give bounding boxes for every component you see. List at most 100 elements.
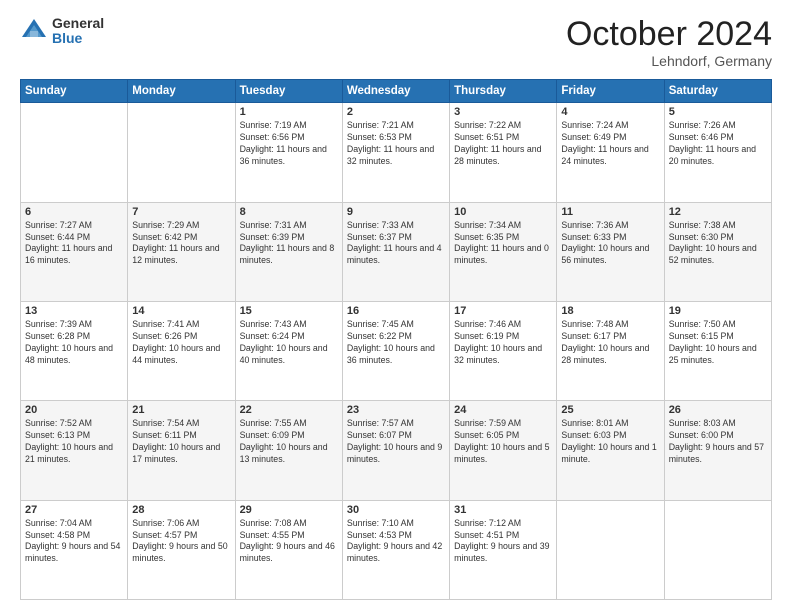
day-number: 22 xyxy=(240,404,338,416)
day-number: 11 xyxy=(561,206,659,218)
header-tuesday: Tuesday xyxy=(235,80,342,103)
day-info: Sunrise: 7:12 AMSunset: 4:51 PMDaylight:… xyxy=(454,518,552,566)
day-info: Sunrise: 7:52 AMSunset: 6:13 PMDaylight:… xyxy=(25,418,123,466)
day-info: Sunrise: 7:24 AMSunset: 6:49 PMDaylight:… xyxy=(561,120,659,168)
day-cell: 10 Sunrise: 7:34 AMSunset: 6:35 PMDayligh… xyxy=(450,202,557,301)
day-cell: 27Sunrise: 7:04 AMSunset: 4:58 PMDayligh… xyxy=(21,500,128,599)
week-row-4: 27Sunrise: 7:04 AMSunset: 4:58 PMDayligh… xyxy=(21,500,772,599)
day-cell: 5 Sunrise: 7:26 AMSunset: 6:46 PMDaylight… xyxy=(664,103,771,202)
day-cell: 9 Sunrise: 7:33 AMSunset: 6:37 PMDaylight… xyxy=(342,202,449,301)
day-cell: 21Sunrise: 7:54 AMSunset: 6:11 PMDayligh… xyxy=(128,401,235,500)
day-cell: 16 Sunrise: 7:45 AMSunset: 6:22 PMDayligh… xyxy=(342,302,449,401)
day-cell: 6Sunrise: 7:27 AMSunset: 6:44 PMDaylight… xyxy=(21,202,128,301)
day-number: 23 xyxy=(347,404,445,416)
day-cell: 18 Sunrise: 7:48 AMSunset: 6:17 PMDayligh… xyxy=(557,302,664,401)
day-number: 9 xyxy=(347,206,445,218)
day-cell: 19 Sunrise: 7:50 AMSunset: 6:15 PMDayligh… xyxy=(664,302,771,401)
day-info: Sunrise: 7:26 AMSunset: 6:46 PMDaylight:… xyxy=(669,120,767,168)
week-row-3: 20 Sunrise: 7:52 AMSunset: 6:13 PMDayligh… xyxy=(21,401,772,500)
day-info: Sunrise: 8:01 AMSunset: 6:03 PMDaylight:… xyxy=(561,418,659,466)
day-cell xyxy=(664,500,771,599)
day-info: Sunrise: 7:54 AMSunset: 6:11 PMDaylight:… xyxy=(132,418,230,466)
day-number: 29 xyxy=(240,504,338,516)
day-number: 3 xyxy=(454,106,552,118)
day-cell: 26 Sunrise: 8:03 AMSunset: 6:00 PMDayligh… xyxy=(664,401,771,500)
logo: General Blue xyxy=(20,16,104,47)
day-cell: 29 Sunrise: 7:08 AMSunset: 4:55 PMDayligh… xyxy=(235,500,342,599)
day-info: Sunrise: 7:27 AMSunset: 6:44 PMDaylight:… xyxy=(25,220,123,268)
day-number: 19 xyxy=(669,305,767,317)
day-cell xyxy=(21,103,128,202)
day-cell: 28 Sunrise: 7:06 AMSunset: 4:57 PMDayligh… xyxy=(128,500,235,599)
day-number: 20 xyxy=(25,404,123,416)
day-cell: 24Sunrise: 7:59 AMSunset: 6:05 PMDayligh… xyxy=(450,401,557,500)
logo-icon xyxy=(20,17,48,45)
day-cell: 14Sunrise: 7:41 AMSunset: 6:26 PMDayligh… xyxy=(128,302,235,401)
day-info: Sunrise: 7:33 AMSunset: 6:37 PMDaylight:… xyxy=(347,220,445,268)
day-cell: 22 Sunrise: 7:55 AMSunset: 6:09 PMDayligh… xyxy=(235,401,342,500)
day-number: 31 xyxy=(454,504,552,516)
day-cell: 3Sunrise: 7:22 AMSunset: 6:51 PMDaylight… xyxy=(450,103,557,202)
day-info: Sunrise: 7:50 AMSunset: 6:15 PMDaylight:… xyxy=(669,319,767,367)
day-info: Sunrise: 7:46 AMSunset: 6:19 PMDaylight:… xyxy=(454,319,552,367)
day-cell: 23 Sunrise: 7:57 AMSunset: 6:07 PMDayligh… xyxy=(342,401,449,500)
month-title: October 2024 xyxy=(566,16,772,53)
calendar-table: Sunday Monday Tuesday Wednesday Thursday… xyxy=(20,79,772,600)
day-cell: 2 Sunrise: 7:21 AMSunset: 6:53 PMDaylight… xyxy=(342,103,449,202)
day-info: Sunrise: 7:41 AMSunset: 6:26 PMDaylight:… xyxy=(132,319,230,367)
day-number: 18 xyxy=(561,305,659,317)
day-number: 10 xyxy=(454,206,552,218)
day-info: Sunrise: 7:36 AMSunset: 6:33 PMDaylight:… xyxy=(561,220,659,268)
week-row-1: 6Sunrise: 7:27 AMSunset: 6:44 PMDaylight… xyxy=(21,202,772,301)
day-number: 30 xyxy=(347,504,445,516)
day-info: Sunrise: 7:57 AMSunset: 6:07 PMDaylight:… xyxy=(347,418,445,466)
day-number: 16 xyxy=(347,305,445,317)
day-cell: 8Sunrise: 7:31 AMSunset: 6:39 PMDaylight… xyxy=(235,202,342,301)
day-info: Sunrise: 8:03 AMSunset: 6:00 PMDaylight:… xyxy=(669,418,767,466)
day-cell: 4 Sunrise: 7:24 AMSunset: 6:49 PMDaylight… xyxy=(557,103,664,202)
day-info: Sunrise: 7:21 AMSunset: 6:53 PMDaylight:… xyxy=(347,120,445,168)
day-info: Sunrise: 7:55 AMSunset: 6:09 PMDaylight:… xyxy=(240,418,338,466)
day-info: Sunrise: 7:45 AMSunset: 6:22 PMDaylight:… xyxy=(347,319,445,367)
header-thursday: Thursday xyxy=(450,80,557,103)
day-number: 7 xyxy=(132,206,230,218)
day-cell: 31 Sunrise: 7:12 AMSunset: 4:51 PMDayligh… xyxy=(450,500,557,599)
day-info: Sunrise: 7:31 AMSunset: 6:39 PMDaylight:… xyxy=(240,220,338,268)
week-row-0: 1 Sunrise: 7:19 AMSunset: 6:56 PMDaylight… xyxy=(21,103,772,202)
day-number: 15 xyxy=(240,305,338,317)
day-number: 26 xyxy=(669,404,767,416)
day-number: 24 xyxy=(454,404,552,416)
day-number: 2 xyxy=(347,106,445,118)
day-number: 25 xyxy=(561,404,659,416)
header-saturday: Saturday xyxy=(664,80,771,103)
weekday-header-row: Sunday Monday Tuesday Wednesday Thursday… xyxy=(21,80,772,103)
header-wednesday: Wednesday xyxy=(342,80,449,103)
day-cell: 1 Sunrise: 7:19 AMSunset: 6:56 PMDaylight… xyxy=(235,103,342,202)
header-sunday: Sunday xyxy=(21,80,128,103)
day-cell xyxy=(128,103,235,202)
day-info: Sunrise: 7:39 AMSunset: 6:28 PMDaylight:… xyxy=(25,319,123,367)
week-row-2: 13Sunrise: 7:39 AMSunset: 6:28 PMDayligh… xyxy=(21,302,772,401)
day-info: Sunrise: 7:08 AMSunset: 4:55 PMDaylight:… xyxy=(240,518,338,566)
day-number: 17 xyxy=(454,305,552,317)
header-monday: Monday xyxy=(128,80,235,103)
header: General Blue October 2024 Lehndorf, Germ… xyxy=(20,16,772,69)
day-info: Sunrise: 7:04 AMSunset: 4:58 PMDaylight:… xyxy=(25,518,123,566)
day-info: Sunrise: 7:34 AMSunset: 6:35 PMDaylight:… xyxy=(454,220,552,268)
day-number: 28 xyxy=(132,504,230,516)
day-number: 5 xyxy=(669,106,767,118)
day-number: 12 xyxy=(669,206,767,218)
day-cell: 17 Sunrise: 7:46 AMSunset: 6:19 PMDayligh… xyxy=(450,302,557,401)
day-number: 4 xyxy=(561,106,659,118)
day-info: Sunrise: 7:06 AMSunset: 4:57 PMDaylight:… xyxy=(132,518,230,566)
header-friday: Friday xyxy=(557,80,664,103)
day-info: Sunrise: 7:19 AMSunset: 6:56 PMDaylight:… xyxy=(240,120,338,168)
day-cell: 11 Sunrise: 7:36 AMSunset: 6:33 PMDayligh… xyxy=(557,202,664,301)
location: Lehndorf, Germany xyxy=(566,53,772,69)
day-cell: 25 Sunrise: 8:01 AMSunset: 6:03 PMDayligh… xyxy=(557,401,664,500)
day-number: 1 xyxy=(240,106,338,118)
day-info: Sunrise: 7:43 AMSunset: 6:24 PMDaylight:… xyxy=(240,319,338,367)
day-cell: 15 Sunrise: 7:43 AMSunset: 6:24 PMDayligh… xyxy=(235,302,342,401)
day-info: Sunrise: 7:48 AMSunset: 6:17 PMDaylight:… xyxy=(561,319,659,367)
logo-blue: Blue xyxy=(52,31,104,46)
